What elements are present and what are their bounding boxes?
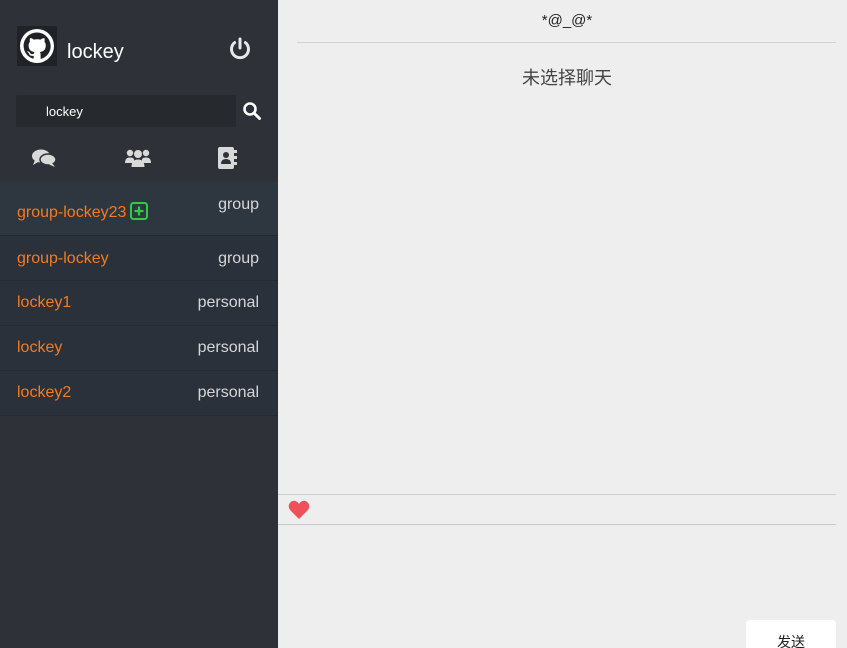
username: lockey (67, 41, 124, 63)
conversation-list: group-lockey23 group group-lockey group … (0, 182, 278, 416)
list-item[interactable]: lockey personal (0, 326, 278, 371)
avatar[interactable] (17, 26, 57, 66)
tab-contacts[interactable] (212, 140, 242, 176)
divider (297, 42, 836, 43)
chat-panel: *@_@* 未选择聊天 发送 (278, 0, 847, 648)
search-icon (243, 102, 261, 120)
divider (278, 524, 836, 525)
list-item[interactable]: lockey1 personal (0, 281, 278, 326)
conversation-name: lockey2 (17, 384, 72, 401)
users-icon (125, 149, 151, 167)
github-icon (17, 26, 57, 66)
power-icon (230, 37, 250, 60)
conversation-type: personal (197, 339, 259, 356)
conversation-name: group-lockey (17, 250, 109, 267)
send-button[interactable]: 发送 (746, 620, 836, 648)
message-input[interactable] (278, 526, 836, 618)
profile-header: lockey (0, 0, 278, 95)
list-item[interactable]: group-lockey group (0, 236, 278, 281)
empty-chat-message: 未选择聊天 (522, 68, 612, 89)
divider (278, 494, 836, 495)
conversation-name: lockey1 (17, 294, 72, 311)
conversation-type: personal (197, 294, 259, 311)
conversation-type: group (218, 196, 259, 213)
conversation-type: personal (197, 384, 259, 401)
emoji-button[interactable] (288, 500, 310, 520)
tab-chats[interactable] (29, 140, 59, 176)
sidebar-tabs (0, 140, 278, 176)
sidebar: lockey lockey group-lockey23 group group… (0, 0, 278, 648)
conversation-name: group-lockey23 (17, 204, 127, 221)
tab-groups[interactable] (123, 140, 153, 176)
heart-icon (288, 500, 310, 519)
conversation-type: group (218, 250, 259, 267)
plus-square-icon[interactable] (130, 202, 149, 220)
logout-button[interactable] (228, 37, 252, 61)
comments-icon (32, 149, 57, 167)
list-item[interactable]: group-lockey23 group (0, 182, 278, 236)
search-button[interactable] (242, 101, 262, 121)
chat-title: *@_@* (541, 12, 593, 29)
contacts-book-icon (218, 147, 237, 169)
search-input[interactable] (16, 95, 236, 127)
conversation-name: lockey (17, 339, 63, 356)
list-item[interactable]: lockey2 personal (0, 371, 278, 416)
